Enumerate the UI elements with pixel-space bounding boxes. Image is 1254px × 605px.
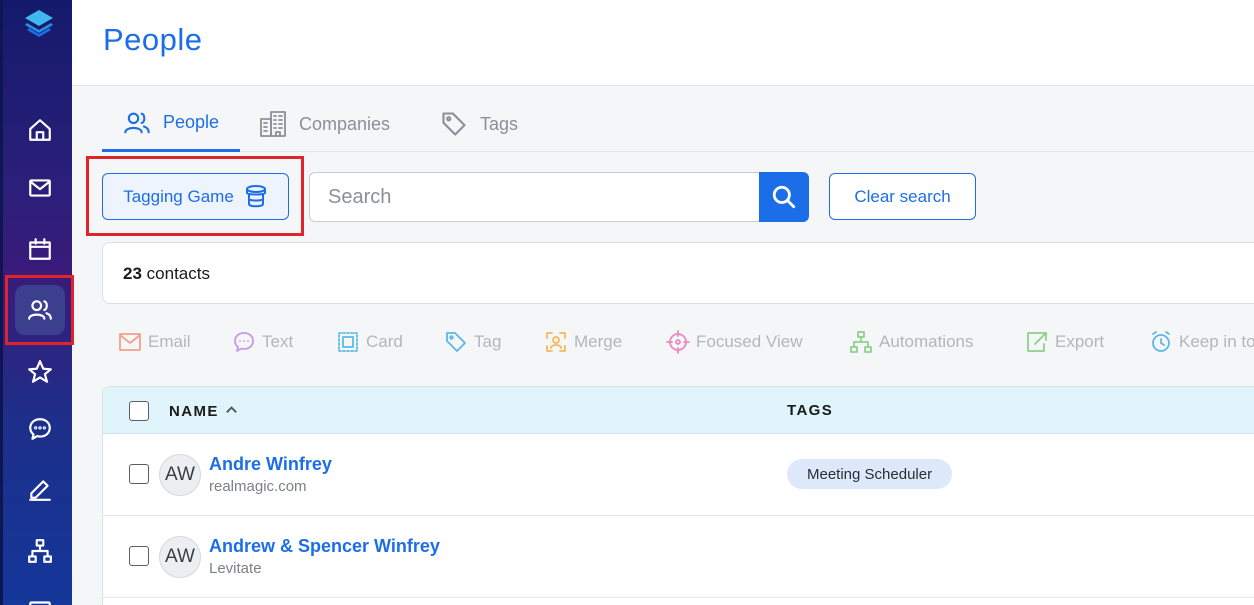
- action-label: Tag: [474, 332, 502, 351]
- action-label: Export: [1055, 332, 1105, 351]
- hierarchy-icon: [28, 539, 52, 563]
- table-row[interactable]: AW Andrew & Spencer Winfrey Levitate: [103, 516, 1254, 598]
- contacts-count-number: 23: [123, 264, 142, 283]
- contacts-count-bar: 23 contacts: [102, 242, 1254, 304]
- sidebar-item-edit[interactable]: [15, 464, 65, 514]
- users-icon: [124, 112, 150, 133]
- merge-icon: [546, 332, 566, 352]
- database-icon: [245, 184, 266, 207]
- sidebar-item-favorites[interactable]: [15, 347, 65, 397]
- card-icon: [338, 332, 358, 352]
- chat-icon: [29, 418, 51, 440]
- avatar: AW: [159, 536, 201, 578]
- target-icon: [666, 330, 690, 354]
- tab-label: Tags: [480, 113, 519, 134]
- sidebar: [0, 0, 74, 605]
- building-icon: [260, 111, 286, 137]
- clear-search-button[interactable]: Clear search: [829, 173, 976, 220]
- contacts-count-label: contacts: [146, 264, 210, 283]
- action-label: Email: [148, 332, 191, 351]
- tab-tags[interactable]: Tags: [440, 96, 518, 152]
- action-label: Keep in to: [1179, 332, 1254, 351]
- column-header-name[interactable]: NAME: [169, 402, 239, 420]
- sidebar-item-calendar[interactable]: [15, 224, 65, 274]
- action-keep-in-touch[interactable]: Keep in to: [1149, 330, 1254, 354]
- tag-pill[interactable]: Meeting Scheduler: [787, 459, 953, 489]
- search-icon: [772, 185, 796, 209]
- people-nav-highlight: [5, 275, 74, 345]
- action-tag[interactable]: Tag: [444, 330, 501, 354]
- action-label: Text: [262, 332, 294, 351]
- sidebar-item-more[interactable]: [15, 584, 65, 605]
- sidebar-item-automations[interactable]: [15, 526, 65, 576]
- action-email[interactable]: Email: [118, 330, 191, 354]
- sidebar-item-inbox[interactable]: [15, 163, 65, 213]
- star-icon: [28, 360, 52, 383]
- contact-name-link[interactable]: Andre Winfrey: [209, 454, 332, 475]
- contact-name-link[interactable]: Andrew & Spencer Winfrey: [209, 536, 440, 557]
- action-label: Focused View: [696, 332, 803, 351]
- action-merge[interactable]: Merge: [544, 330, 622, 354]
- card-icon: [29, 601, 51, 605]
- hierarchy-icon: [850, 331, 872, 353]
- action-label: Card: [366, 332, 403, 351]
- tag-icon: [442, 112, 466, 136]
- table-row[interactable]: AW Andre Winfrey realmagic.com Meeting S…: [103, 434, 1254, 516]
- search-input[interactable]: [309, 172, 761, 222]
- clock-icon: [1152, 331, 1170, 352]
- action-card[interactable]: Card: [336, 330, 403, 354]
- app-logo-icon[interactable]: [23, 8, 55, 40]
- row-checkbox[interactable]: [129, 546, 149, 566]
- action-label: Merge: [574, 332, 623, 351]
- export-icon: [1027, 332, 1047, 352]
- sidebar-item-home[interactable]: [15, 105, 65, 155]
- tab-label: People: [162, 112, 220, 132]
- column-header-tags[interactable]: TAGS: [787, 402, 833, 419]
- tagging-game-label: Tagging Game: [123, 186, 234, 206]
- tag-icon: [446, 332, 466, 352]
- calendar-icon: [29, 238, 51, 260]
- contact-company: Levitate: [209, 560, 262, 577]
- tab-companies[interactable]: Companies: [259, 96, 390, 152]
- avatar: AW: [159, 454, 201, 496]
- contacts-count: 23 contacts: [123, 264, 210, 284]
- action-focused-view[interactable]: Focused View: [666, 330, 802, 354]
- sidebar-item-messages[interactable]: [15, 404, 65, 454]
- page-header: People: [72, 0, 1254, 86]
- search-button[interactable]: [759, 172, 809, 222]
- text-bubble-icon: [234, 332, 254, 352]
- tagging-game-button[interactable]: Tagging Game: [102, 173, 289, 220]
- row-checkbox[interactable]: [129, 464, 149, 484]
- action-automations[interactable]: Automations: [849, 330, 974, 354]
- tab-bar: People Companies Tags: [102, 96, 1254, 152]
- action-text[interactable]: Text: [232, 330, 293, 354]
- contact-company: realmagic.com: [209, 478, 307, 495]
- column-header-name-label: NAME: [169, 403, 219, 420]
- page-title: People: [103, 22, 203, 57]
- bulk-actions-bar: Email Text Card Tag Merge Focused View A…: [118, 330, 1254, 358]
- email-icon: [119, 333, 141, 351]
- pencil-icon: [29, 480, 51, 501]
- contacts-table: NAME TAGS AW Andre Winfrey realmagic.com…: [102, 386, 1254, 605]
- action-label: Automations: [879, 332, 974, 351]
- sort-ascending-icon: [226, 406, 238, 413]
- action-export[interactable]: Export: [1025, 330, 1104, 354]
- table-header: NAME TAGS: [103, 387, 1254, 434]
- mail-icon: [29, 179, 51, 197]
- select-all-checkbox[interactable]: [129, 401, 149, 421]
- home-icon: [29, 119, 51, 141]
- tab-label: Companies: [299, 113, 391, 134]
- tab-people[interactable]: People: [102, 96, 240, 152]
